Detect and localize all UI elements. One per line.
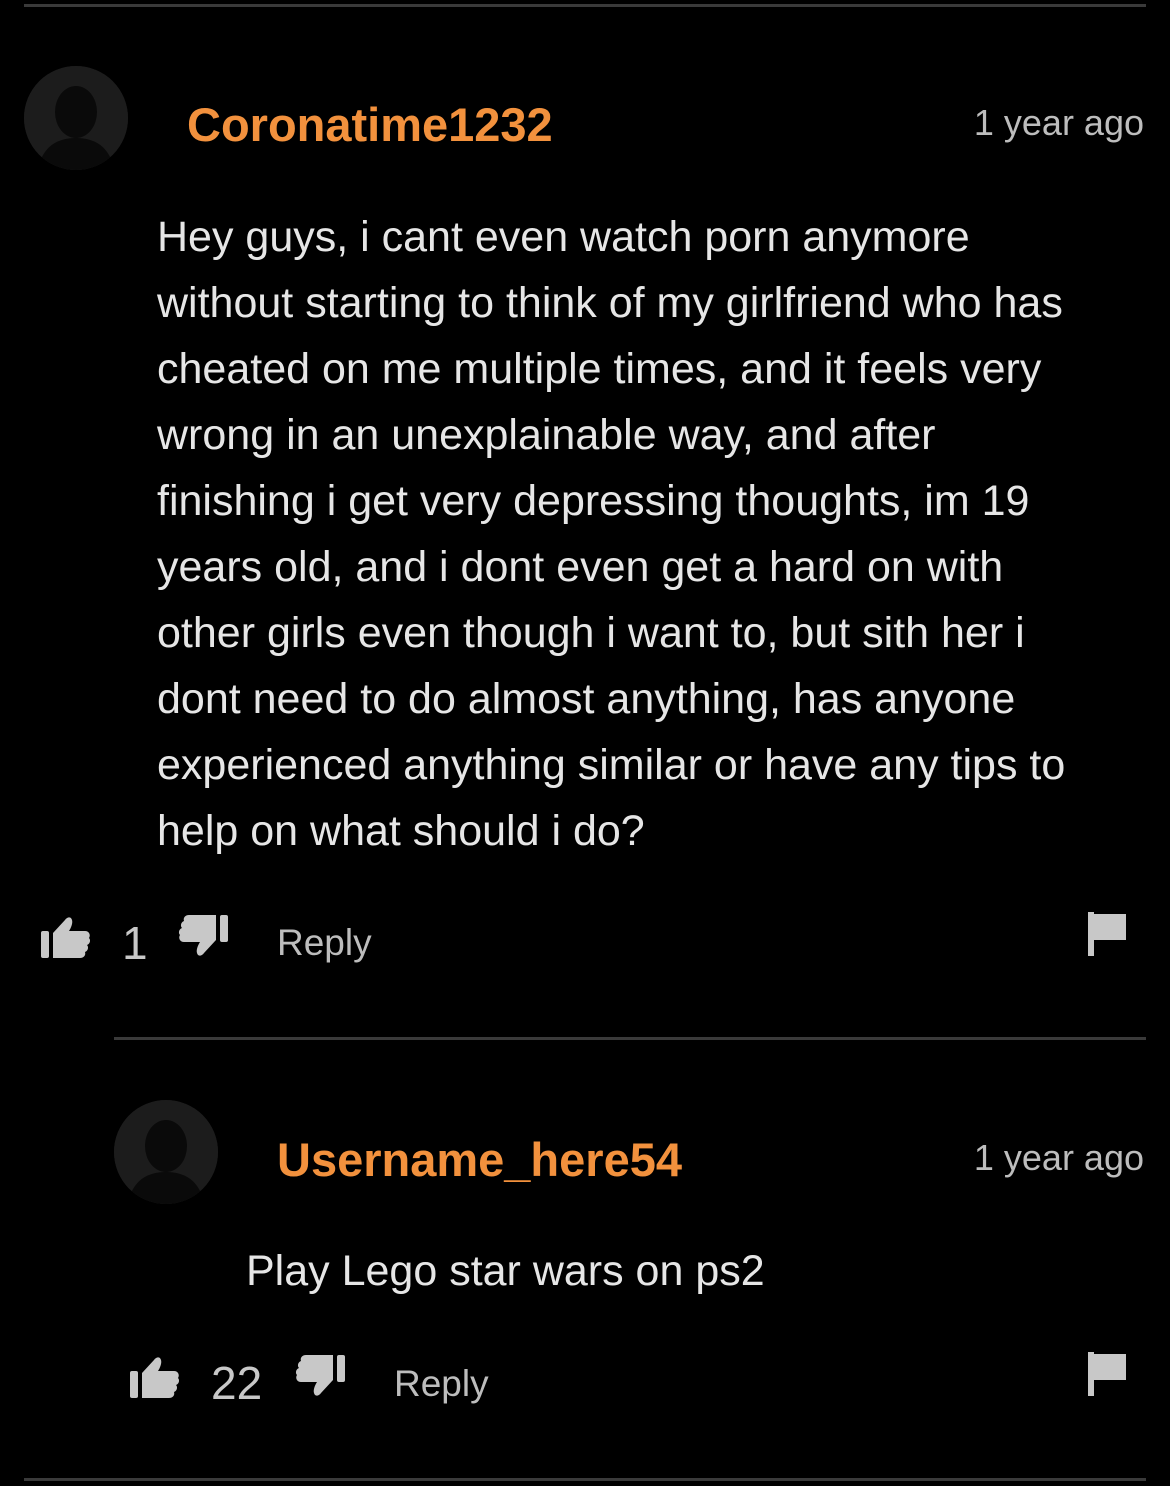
flag-icon[interactable] (1088, 1352, 1128, 1401)
comment-text-line: Play Lego star wars on ps2 (246, 1247, 765, 1295)
user-avatar-icon[interactable] (114, 1100, 218, 1204)
reply-button[interactable]: Reply (394, 1365, 489, 1402)
comment-text-line: experienced anything similar or have any… (157, 741, 1066, 789)
thumbs-down-icon[interactable] (177, 913, 229, 964)
comment-username[interactable]: Username_here54 (277, 1136, 682, 1183)
thumbs-down-icon[interactable] (294, 1353, 346, 1404)
top-divider (24, 4, 1146, 7)
comment-text: Play Lego star wars on ps2 (246, 1238, 765, 1304)
bottom-divider (24, 1478, 1146, 1481)
comment-text-line: cheated on me multiple times, and it fee… (157, 345, 1042, 393)
user-avatar-icon[interactable] (24, 66, 128, 170)
like-count: 1 (122, 917, 148, 969)
comment-text-line: without starting to think of my girlfrie… (157, 279, 1063, 327)
comment-text-line: help on what should i do? (157, 807, 645, 855)
comment-text-line: wrong in an unexplainable way, and after (157, 411, 936, 459)
comment-text-line: years old, and i dont even get a hard on… (157, 543, 1004, 591)
thumbs-up-icon[interactable] (129, 1354, 181, 1405)
comment-divider (114, 1037, 1146, 1040)
like-count: 22 (211, 1357, 263, 1409)
comment-text-line: dont need to do almost anything, has any… (157, 675, 1016, 723)
flag-icon[interactable] (1088, 912, 1128, 961)
comment-timestamp: 1 year ago (973, 102, 1144, 143)
comment-text-line: Hey guys, i cant even watch porn anymore (157, 213, 970, 261)
thumbs-up-icon[interactable] (40, 914, 92, 965)
comment-text-line: other girls even though i want to, but s… (157, 609, 1025, 657)
comment-username[interactable]: Coronatime1232 (187, 101, 553, 148)
comment-text: Hey guys, i cant even watch porn anymore… (157, 204, 1065, 864)
comment-text-line: finishing i get very depressing thoughts… (157, 477, 1030, 525)
reply-button[interactable]: Reply (277, 924, 372, 961)
comment-timestamp: 1 year ago (973, 1137, 1144, 1178)
